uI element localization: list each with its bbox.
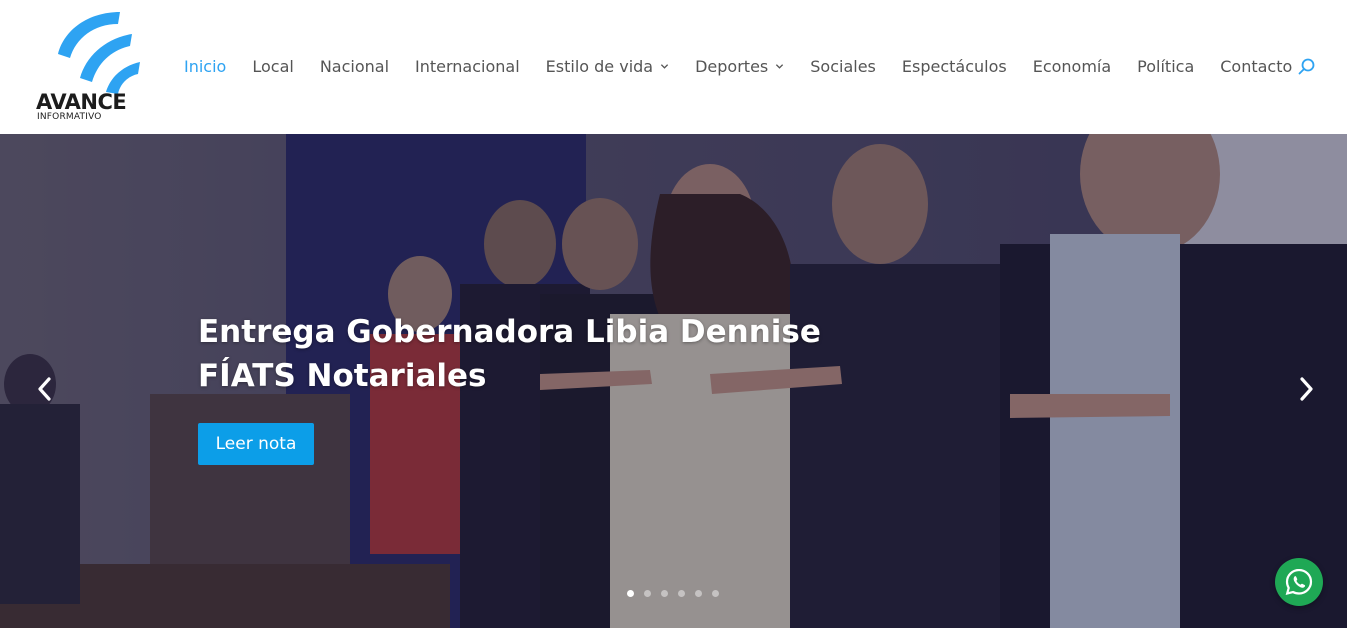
hero-slider: Entrega Gobernadora Libia Dennise FÍATS …	[0, 134, 1347, 628]
nav-item-estilo-de-vida[interactable]: Estilo de vida	[546, 57, 669, 76]
chevron-left-icon[interactable]	[30, 372, 60, 406]
slider-pagination	[627, 590, 729, 597]
nav-item-deportes[interactable]: Deportes	[695, 57, 784, 76]
slider-dot-6[interactable]	[712, 590, 719, 597]
nav-item-sociales[interactable]: Sociales	[810, 57, 876, 76]
main-nav: Inicio Local Nacional Internacional Esti…	[184, 53, 1318, 79]
slide-title[interactable]: Entrega Gobernadora Libia Dennise FÍATS …	[198, 310, 898, 398]
slider-dot-4[interactable]	[678, 590, 685, 597]
logo-subtitle: INFORMATIVO	[37, 112, 102, 122]
site-header: AVANCE INFORMATIVO Inicio Local Nacional…	[0, 0, 1347, 134]
nav-item-espectaculos[interactable]: Espectáculos	[902, 57, 1007, 76]
slider-dot-1[interactable]	[627, 590, 634, 597]
logo-mark-icon	[58, 12, 140, 94]
chevron-down-icon	[660, 63, 669, 69]
logo-title: AVANCE	[36, 90, 127, 114]
nav-item-nacional[interactable]: Nacional	[320, 57, 389, 76]
search-icon[interactable]	[1297, 57, 1317, 77]
chevron-down-icon	[776, 63, 784, 69]
nav-item-contacto[interactable]: Contacto	[1220, 57, 1292, 76]
nav-item-local[interactable]: Local	[252, 57, 293, 76]
read-article-button[interactable]: Leer nota	[198, 423, 314, 465]
whatsapp-button[interactable]	[1275, 558, 1323, 606]
slider-dot-5[interactable]	[695, 590, 702, 597]
site-logo[interactable]: AVANCE INFORMATIVO	[36, 8, 154, 126]
chevron-right-icon[interactable]	[1291, 372, 1321, 406]
nav-item-inicio[interactable]: Inicio	[184, 57, 226, 76]
whatsapp-icon	[1285, 568, 1313, 596]
nav-item-internacional[interactable]: Internacional	[415, 57, 520, 76]
slider-dot-3[interactable]	[661, 590, 668, 597]
slider-dot-2[interactable]	[644, 590, 651, 597]
nav-item-economia[interactable]: Economía	[1033, 57, 1111, 76]
nav-item-politica[interactable]: Política	[1137, 57, 1194, 76]
slide-caption: Entrega Gobernadora Libia Dennise FÍATS …	[198, 310, 898, 398]
